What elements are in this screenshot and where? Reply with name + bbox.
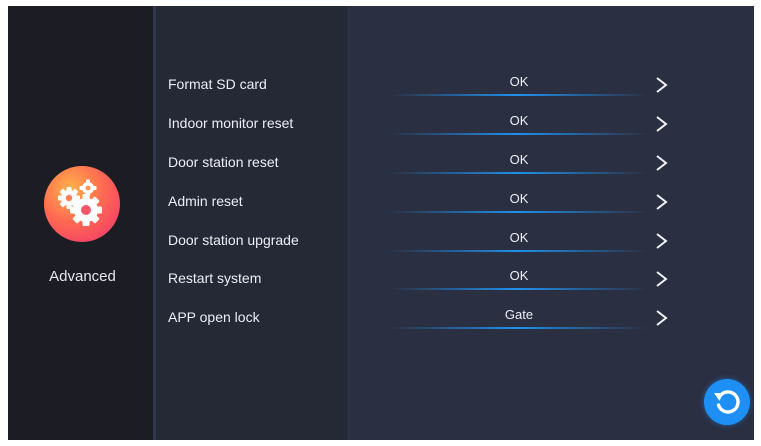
setting-label: Indoor monitor reset [168,115,294,131]
setting-label: Door station reset [168,154,279,170]
setting-row-admin-reset[interactable]: Admin reset OK [8,187,754,226]
setting-row-app-open-lock[interactable]: APP open lock Gate [8,303,754,342]
setting-label: Restart system [168,270,262,286]
setting-label: Door station upgrade [168,232,299,248]
setting-row-door-station-upgrade[interactable]: Door station upgrade OK [8,226,754,265]
row-underline [388,211,648,213]
settings-screen: Advanced Format SD card OK Indoor monito… [8,6,754,440]
refresh-button[interactable] [704,379,750,425]
row-underline [388,172,648,174]
setting-row-restart-system[interactable]: Restart system OK [8,264,754,303]
chevron-right-icon[interactable] [655,232,669,250]
chevron-right-icon[interactable] [655,270,669,288]
setting-row-format-sd-card[interactable]: Format SD card OK [8,70,754,109]
chevron-right-icon[interactable] [655,154,669,172]
setting-row-door-station-reset[interactable]: Door station reset OK [8,148,754,187]
chevron-right-icon[interactable] [655,309,669,327]
row-underline [388,250,648,252]
ok-button[interactable]: OK [459,74,579,89]
setting-label: Admin reset [168,193,243,209]
setting-row-indoor-monitor-reset[interactable]: Indoor monitor reset OK [8,109,754,148]
refresh-icon [714,390,740,414]
setting-label: APP open lock [168,309,260,325]
ok-button[interactable]: OK [459,152,579,167]
chevron-right-icon[interactable] [655,193,669,211]
row-underline [388,94,648,96]
ok-button[interactable]: OK [459,230,579,245]
ok-button[interactable]: OK [459,113,579,128]
setting-label: Format SD card [168,76,267,92]
ok-button[interactable]: OK [459,268,579,283]
row-underline [388,327,648,329]
chevron-right-icon[interactable] [655,76,669,94]
gate-select[interactable]: Gate [459,307,579,322]
ok-button[interactable]: OK [459,191,579,206]
row-underline [388,288,648,290]
chevron-right-icon[interactable] [655,115,669,133]
row-underline [388,133,648,135]
